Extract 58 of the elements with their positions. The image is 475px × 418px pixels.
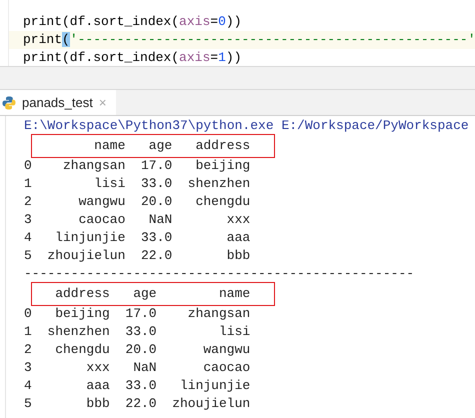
row-index: 5 (24, 247, 32, 265)
table-cell: 33.0 (140, 229, 172, 247)
table-cell: zhoujielun (172, 395, 250, 413)
command-line: E:\Workspace\Python37\python.exe E:/Workspace/PyWorkspace (24, 117, 470, 135)
table-cell: 33.0 (140, 175, 172, 193)
table-cell-text: xxx (226, 211, 250, 229)
table-cell-text: aaa (226, 229, 250, 247)
table-cell: 33.0 (125, 377, 157, 395)
table-cell-text: caocao (78, 211, 126, 229)
table-cell-text: zhangsan (62, 157, 126, 175)
table-cell-text: lisi (218, 323, 250, 341)
table-cell-text: NaN (132, 359, 157, 377)
python-icon (2, 96, 16, 110)
table-cell-text: linjunjie (54, 229, 126, 247)
row-index: 3 (24, 211, 32, 229)
table-cell-text: aaa (85, 377, 110, 395)
table-cell-text: xxx (85, 359, 110, 377)
table-cell-text: bbb (226, 247, 250, 265)
column-header: age (132, 285, 157, 303)
row-index: 2 (24, 193, 32, 211)
row-index: 3 (24, 359, 32, 377)
row-index: 2 (24, 341, 32, 359)
column-header: address (194, 137, 250, 155)
table-cell: zhoujielun (47, 247, 126, 265)
table-cell: 17.0 (125, 305, 157, 323)
run-tab[interactable]: panads_test × (0, 90, 116, 115)
table-cell: 17.0 (140, 157, 172, 175)
table-cell-text: zhangsan (186, 305, 250, 323)
row-index: 5 (24, 395, 32, 413)
table-cell-text: lisi (93, 175, 126, 193)
table-cell: shenzhen (47, 323, 110, 341)
table-cell-text: NaN (148, 211, 172, 229)
row-index: 0 (24, 305, 32, 323)
table-cell-text: chengdu (54, 341, 110, 359)
table-cell: 20.0 (140, 193, 172, 211)
column-header: name (93, 137, 126, 155)
row-index: 0 (24, 157, 32, 175)
table-cell: 22.0 (125, 395, 157, 413)
row-index: 4 (24, 229, 32, 247)
table-cell-text: linjunjie (178, 377, 250, 395)
column-header: address (54, 285, 110, 303)
table-cell-text: caocao (202, 359, 250, 377)
table-cell-text: beijing (54, 305, 110, 323)
table-cell: 33.0 (125, 323, 157, 341)
table-cell: 22.0 (140, 247, 172, 265)
table-cell-text: beijing (194, 157, 250, 175)
column-header: age (148, 137, 172, 155)
separator-line: -------------------------------------------------- (24, 265, 416, 283)
table-cell-text: bbb (85, 395, 110, 413)
table-cell: shenzhen (188, 175, 250, 193)
row-index: 4 (24, 377, 32, 395)
table-cell-text: chengdu (194, 193, 250, 211)
table-cell: 20.0 (125, 341, 157, 359)
row-index: 1 (24, 323, 32, 341)
column-header: name (218, 285, 250, 303)
table-cell-text: wangwu (78, 193, 126, 211)
row-index: 1 (24, 175, 32, 193)
table-cell-text: wangwu (202, 341, 250, 359)
